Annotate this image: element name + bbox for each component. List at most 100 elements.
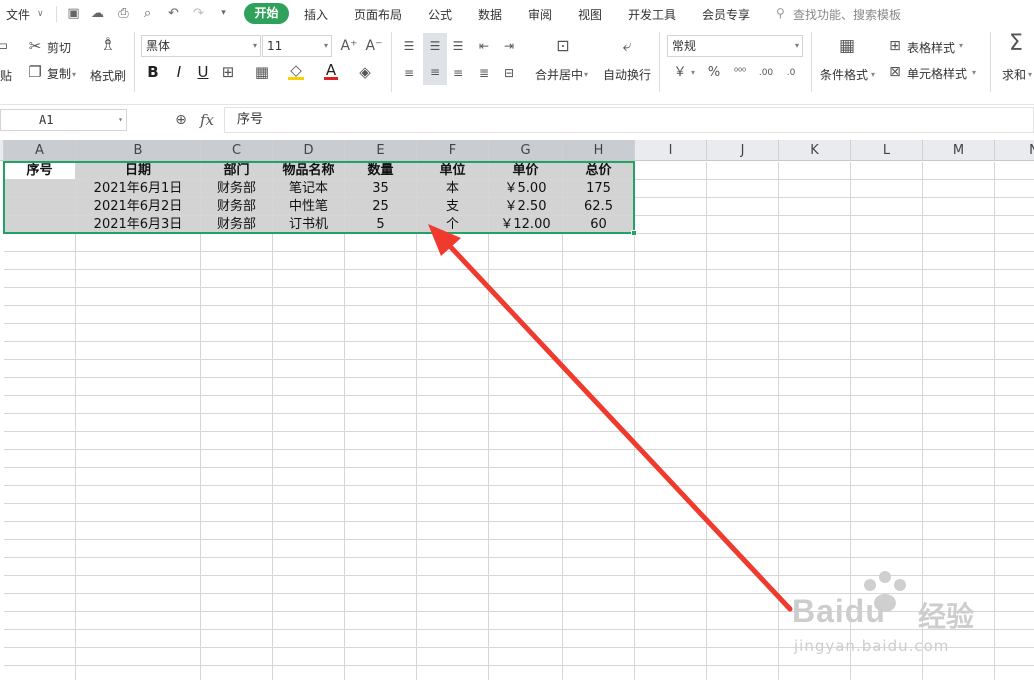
empty-cell[interactable]: [923, 162, 995, 180]
empty-cell[interactable]: [4, 666, 76, 680]
empty-cell[interactable]: [779, 486, 851, 504]
empty-cell[interactable]: [995, 270, 1034, 288]
empty-cell[interactable]: [923, 288, 995, 306]
empty-cell[interactable]: [563, 306, 635, 324]
empty-cell[interactable]: [76, 522, 201, 540]
empty-cell[interactable]: [635, 288, 707, 306]
fill-pattern-icon[interactable]: ▦: [254, 63, 270, 81]
empty-cell[interactable]: [707, 432, 779, 450]
empty-cell[interactable]: [345, 666, 417, 680]
empty-cell[interactable]: [417, 234, 489, 252]
copy-icon[interactable]: ❐: [27, 63, 43, 81]
empty-cell[interactable]: [201, 360, 273, 378]
empty-cell[interactable]: [779, 450, 851, 468]
empty-cell[interactable]: [563, 252, 635, 270]
decrease-font-icon[interactable]: A⁻: [365, 37, 383, 55]
chevron-down-icon[interactable]: ▾: [972, 68, 976, 77]
empty-cell[interactable]: [779, 432, 851, 450]
column-header-a[interactable]: A: [4, 140, 76, 161]
empty-cell[interactable]: [707, 522, 779, 540]
empty-cell[interactable]: [345, 594, 417, 612]
chevron-down-icon[interactable]: ▾: [871, 70, 875, 79]
empty-cell[interactable]: [779, 324, 851, 342]
empty-cell[interactable]: [707, 450, 779, 468]
tab-page-layout[interactable]: 页面布局: [354, 6, 402, 23]
empty-cell[interactable]: [76, 378, 201, 396]
empty-cell[interactable]: [201, 540, 273, 558]
empty-cell[interactable]: [851, 306, 923, 324]
empty-cell[interactable]: [417, 558, 489, 576]
empty-cell[interactable]: [923, 180, 995, 198]
empty-cell[interactable]: [563, 432, 635, 450]
empty-cell[interactable]: [563, 414, 635, 432]
empty-cell[interactable]: [76, 558, 201, 576]
empty-cell[interactable]: [489, 576, 563, 594]
empty-cell[interactable]: [417, 270, 489, 288]
empty-cell[interactable]: [635, 450, 707, 468]
empty-cell[interactable]: [563, 324, 635, 342]
empty-cell[interactable]: [417, 306, 489, 324]
empty-cell[interactable]: [635, 468, 707, 486]
empty-cell[interactable]: [995, 396, 1034, 414]
empty-cell[interactable]: [273, 612, 345, 630]
empty-cell[interactable]: [851, 486, 923, 504]
empty-cell[interactable]: [563, 666, 635, 680]
empty-cell[interactable]: [273, 414, 345, 432]
empty-cell[interactable]: [76, 252, 201, 270]
empty-cell[interactable]: [345, 288, 417, 306]
tab-data[interactable]: 数据: [478, 6, 502, 23]
empty-cell[interactable]: [417, 612, 489, 630]
empty-cell[interactable]: [707, 324, 779, 342]
empty-cell[interactable]: [851, 216, 923, 234]
empty-cell[interactable]: [563, 504, 635, 522]
empty-cell[interactable]: [417, 324, 489, 342]
align-middle-icon[interactable]: ☰: [423, 33, 447, 59]
empty-cell[interactable]: [489, 234, 563, 252]
empty-cell[interactable]: [76, 432, 201, 450]
empty-cell[interactable]: [273, 666, 345, 680]
empty-cell[interactable]: [489, 432, 563, 450]
empty-cell[interactable]: [4, 630, 76, 648]
empty-cell[interactable]: [417, 504, 489, 522]
empty-cell[interactable]: [995, 450, 1034, 468]
print-icon[interactable]: ⎙: [116, 6, 131, 21]
empty-cell[interactable]: [76, 414, 201, 432]
empty-cell[interactable]: [851, 270, 923, 288]
paste-button[interactable]: 贴: [0, 67, 12, 84]
empty-cell[interactable]: [995, 288, 1034, 306]
empty-cell[interactable]: [76, 486, 201, 504]
empty-cell[interactable]: [417, 666, 489, 680]
empty-cell[interactable]: [707, 306, 779, 324]
empty-cell[interactable]: [273, 540, 345, 558]
empty-cell[interactable]: [563, 558, 635, 576]
empty-cell[interactable]: [417, 360, 489, 378]
increase-indent-icon[interactable]: ⇥: [501, 37, 517, 55]
empty-cell[interactable]: [4, 360, 76, 378]
empty-cell[interactable]: [563, 378, 635, 396]
empty-cell[interactable]: [417, 468, 489, 486]
empty-cell[interactable]: [851, 378, 923, 396]
empty-cell[interactable]: [923, 378, 995, 396]
empty-cell[interactable]: [345, 504, 417, 522]
cell-style-button[interactable]: 单元格样式: [907, 65, 967, 82]
empty-cell[interactable]: [923, 324, 995, 342]
empty-cell[interactable]: [635, 180, 707, 198]
column-header-k[interactable]: K: [779, 140, 851, 161]
empty-cell[interactable]: [345, 306, 417, 324]
empty-cell[interactable]: [923, 342, 995, 360]
chevron-down-icon[interactable]: ∨: [37, 9, 44, 19]
redo-icon[interactable]: ↷: [191, 6, 206, 21]
formula-input[interactable]: 序号: [224, 107, 1034, 133]
empty-cell[interactable]: [995, 486, 1034, 504]
format-painter-icon[interactable]: ♗: [98, 36, 118, 54]
empty-cell[interactable]: [851, 666, 923, 680]
empty-cell[interactable]: [995, 306, 1034, 324]
empty-cell[interactable]: [779, 396, 851, 414]
increase-decimal-icon[interactable]: .00: [756, 64, 776, 82]
column-header-d[interactable]: D: [273, 140, 345, 161]
empty-cell[interactable]: [489, 414, 563, 432]
align-top-icon[interactable]: ☰: [402, 37, 416, 55]
empty-cell[interactable]: [563, 648, 635, 666]
empty-cell[interactable]: [489, 468, 563, 486]
empty-cell[interactable]: [489, 486, 563, 504]
